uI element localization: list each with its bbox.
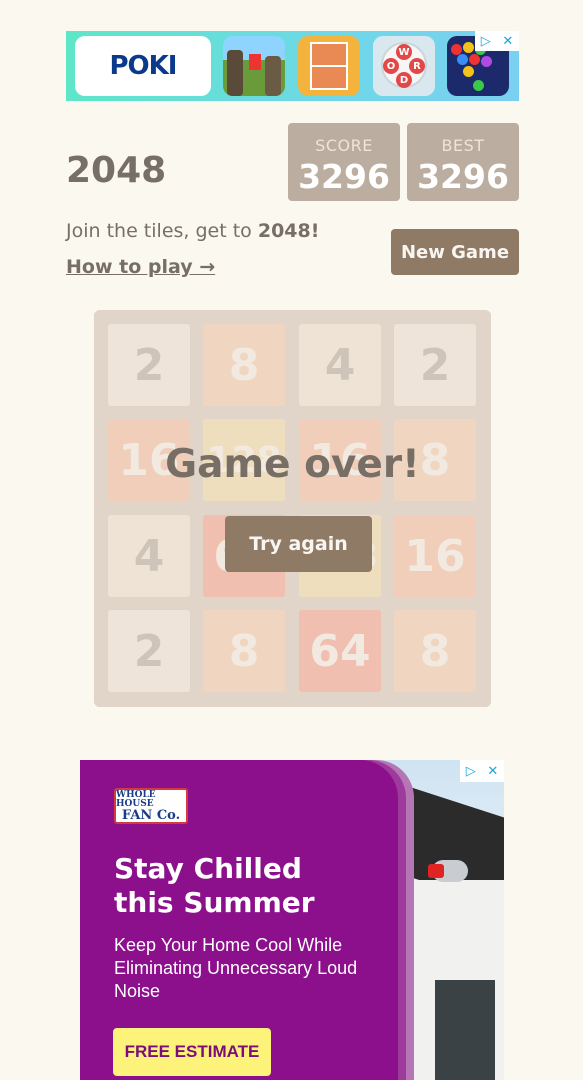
whole-house-fan-logo: WHOLE HOUSE FAN Co. (114, 788, 188, 824)
how-to-play-link[interactable]: How to play → (66, 256, 215, 278)
intro-text: Join the tiles, get to (66, 220, 258, 242)
adchoices-badge[interactable]: ▷ ✕ (475, 31, 519, 51)
game-board[interactable]: 2 8 4 2 16 128 16 8 4 64 128 16 2 8 64 8… (94, 310, 491, 707)
poki-logo: POKI (109, 51, 178, 81)
ad-game-thumbnail-tennis[interactable] (298, 36, 360, 96)
adchoices-play-icon: ▷ (465, 763, 476, 779)
game-over-message: Game over! (165, 442, 420, 487)
new-game-button[interactable]: New Game (391, 229, 519, 275)
close-icon[interactable]: ✕ (487, 764, 498, 779)
close-icon[interactable]: ✕ (502, 34, 513, 49)
ad-game-thumbnail-word[interactable]: W O R D (373, 36, 435, 96)
game-intro: Join the tiles, get to 2048! (66, 220, 319, 242)
score-label: SCORE (315, 136, 373, 155)
ad-body-text: Keep Your Home Cool While Eliminating Un… (114, 935, 358, 1001)
ad-headline: Stay Chilled this Summer (114, 852, 315, 919)
adchoices-play-icon: ▷ (480, 33, 491, 49)
best-label: BEST (441, 136, 485, 155)
top-ad-banner[interactable]: POKI W O R D ▷ ✕ (66, 31, 519, 101)
intro-goal: 2048! (257, 220, 320, 242)
free-estimate-button[interactable]: FREE ESTIMATE (113, 1028, 271, 1076)
poki-logo-card[interactable]: POKI (75, 36, 211, 96)
game-over-overlay: Game over! Try again (94, 310, 491, 707)
adchoices-badge-bottom[interactable]: ▷ ✕ (460, 760, 504, 782)
score-box: SCORE 3296 (288, 123, 400, 201)
bottom-ad-banner[interactable]: WHOLE HOUSE FAN Co. Stay Chilled this Su… (80, 760, 504, 1080)
ad-game-thumbnail-climber[interactable] (223, 36, 285, 96)
page-title: 2048 (66, 150, 167, 191)
best-score-box: BEST 3296 (407, 123, 519, 201)
try-again-button[interactable]: Try again (225, 516, 372, 572)
score-value: 3296 (298, 157, 390, 196)
best-value: 3296 (417, 157, 509, 196)
